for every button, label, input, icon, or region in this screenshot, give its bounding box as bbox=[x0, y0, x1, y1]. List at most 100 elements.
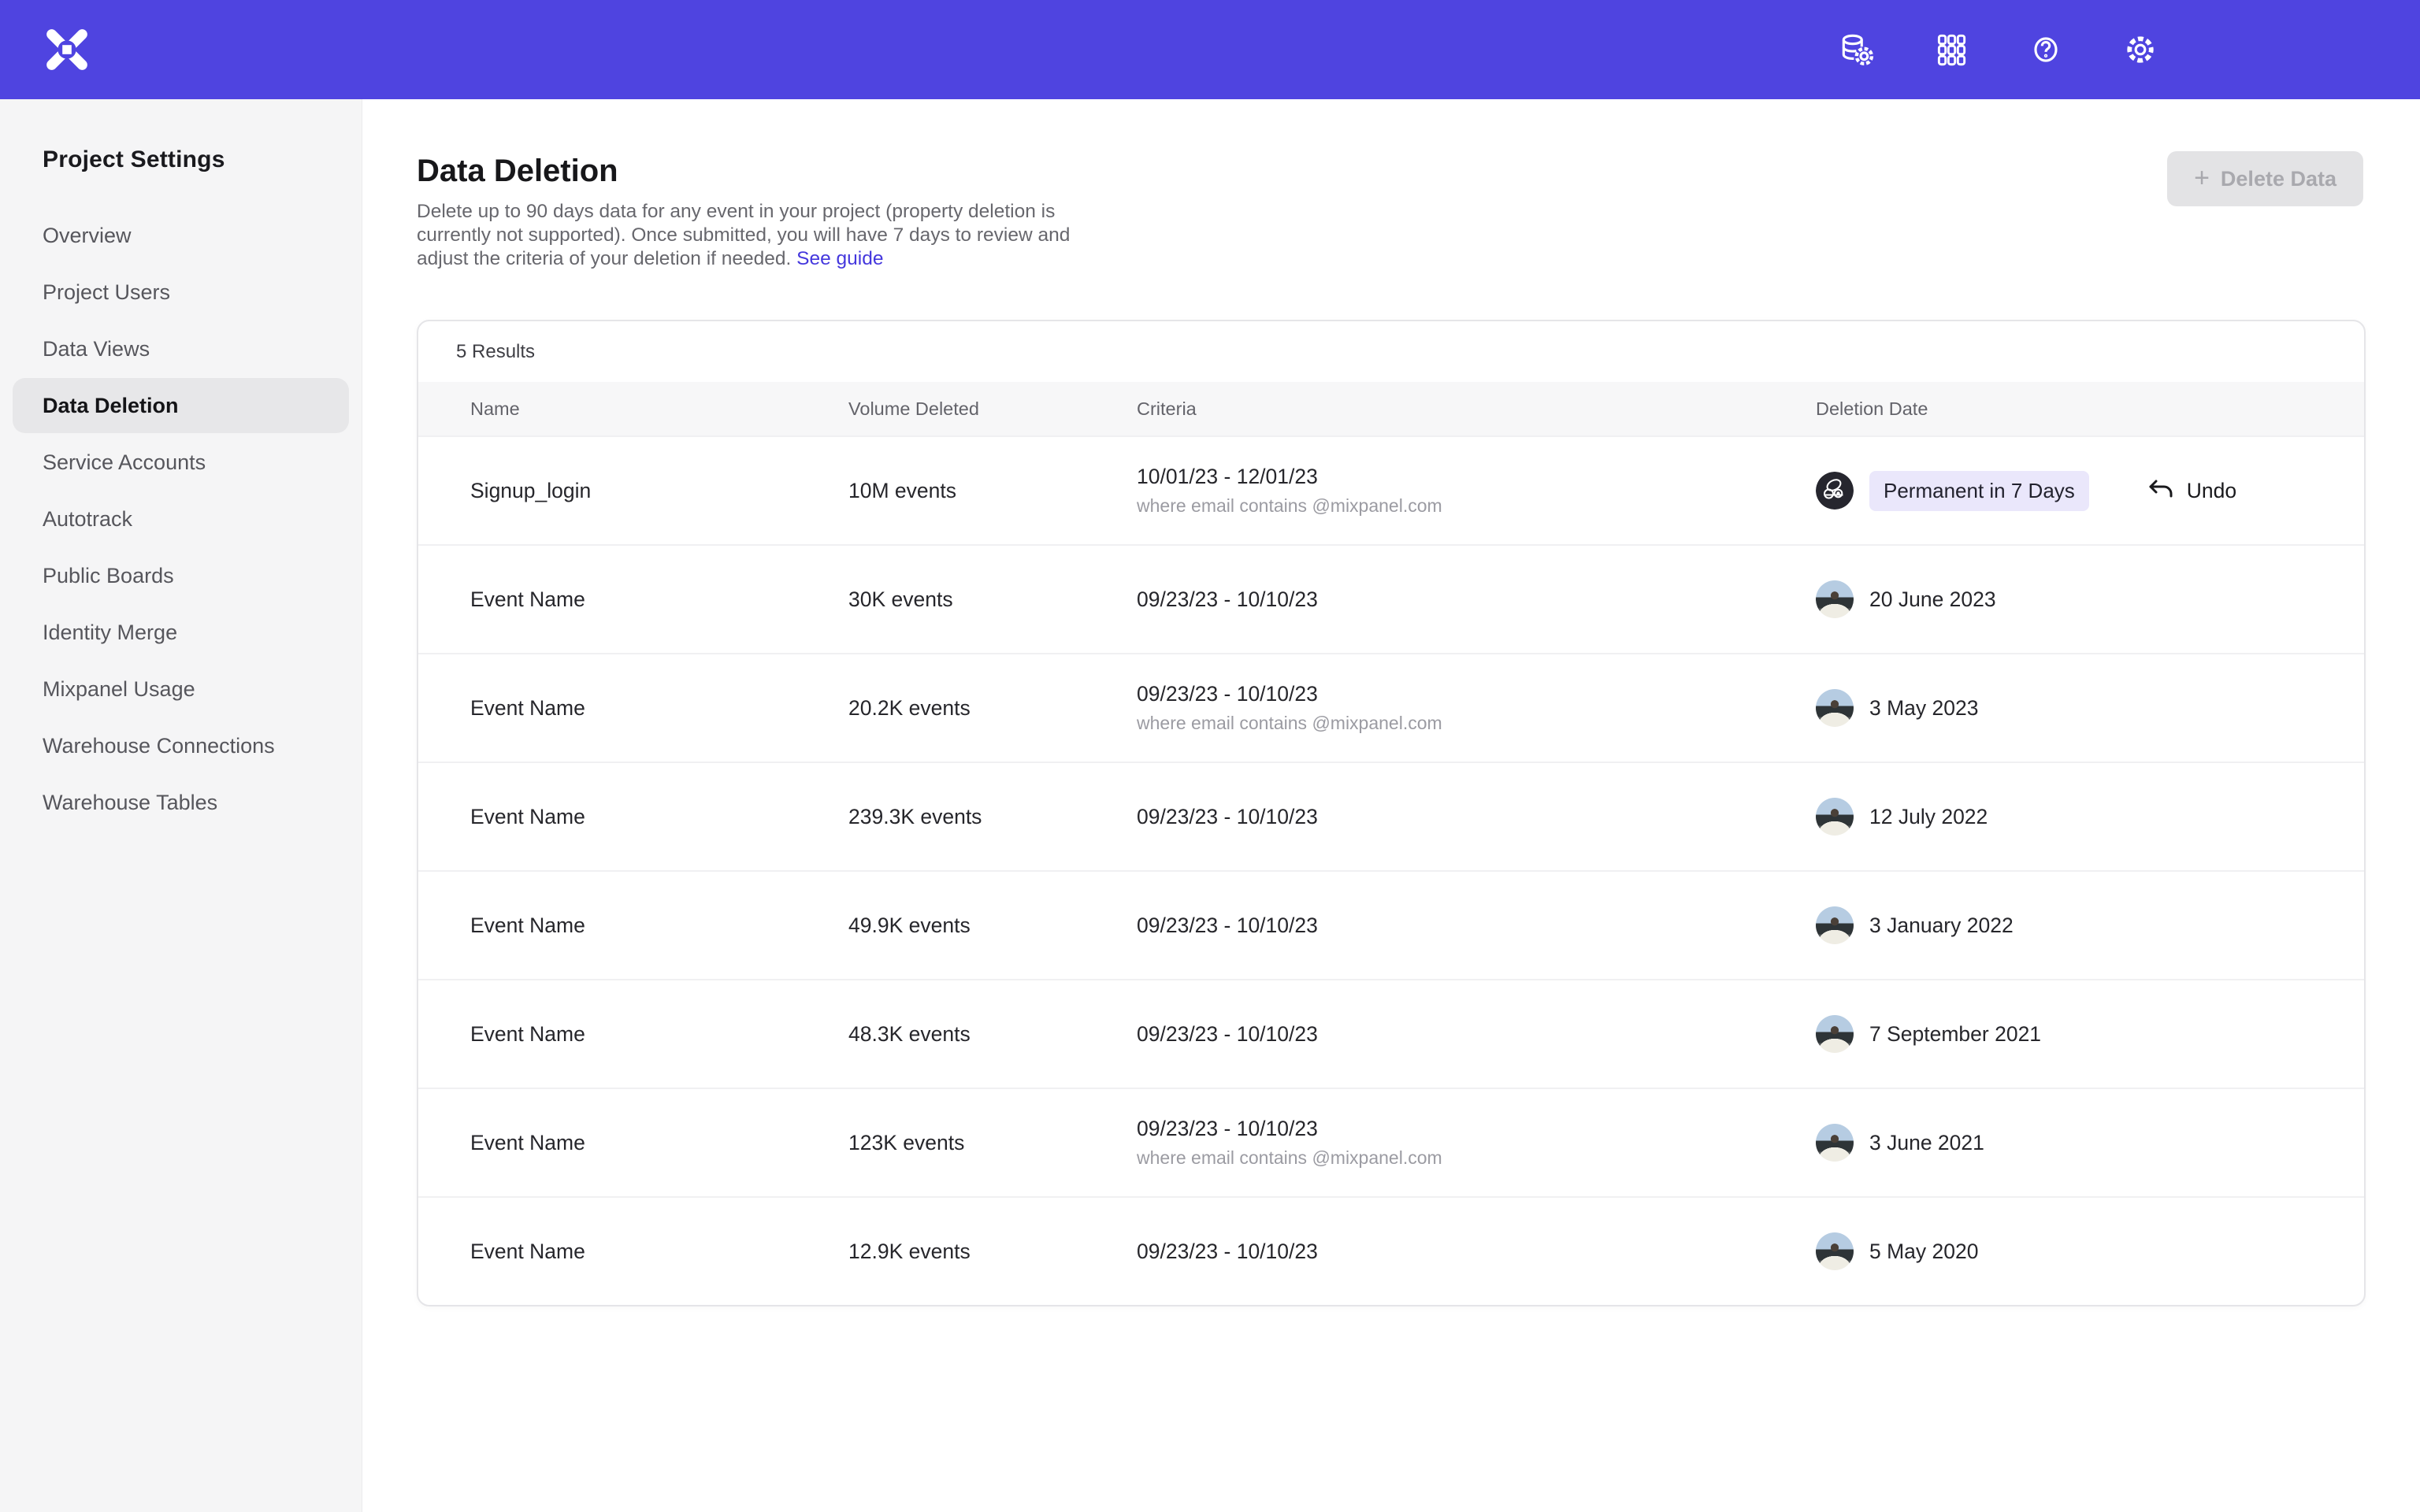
row-volume: 239.3K events bbox=[848, 805, 1137, 829]
row-volume: 123K events bbox=[848, 1131, 1137, 1155]
undo-label: Undo bbox=[2187, 479, 2236, 503]
row-volume: 48.3K events bbox=[848, 1022, 1137, 1047]
deletion-date: 12 July 2022 bbox=[1869, 805, 1988, 829]
row-name: Event Name bbox=[470, 805, 848, 829]
row-name: Signup_login bbox=[470, 479, 848, 503]
sidebar-item[interactable]: Data Views bbox=[13, 321, 349, 376]
deletions-table-card: 5 Results Name Volume Deleted Criteria D… bbox=[417, 320, 2366, 1306]
user-avatar-illustration bbox=[1816, 472, 1854, 510]
topbar-icon-group bbox=[1837, 30, 2160, 69]
row-criteria: 09/23/23 - 10/10/23 bbox=[1137, 682, 1816, 706]
user-avatar-photo bbox=[1816, 689, 1854, 727]
page-title: Data Deletion bbox=[417, 153, 2366, 189]
row-criteria: 09/23/23 - 10/10/23 bbox=[1137, 914, 1816, 938]
undo-arrow-icon bbox=[2146, 475, 2177, 506]
sidebar-item[interactable]: Public Boards bbox=[13, 548, 349, 603]
table-row: Event Name 48.3K events 09/23/23 - 10/10… bbox=[418, 979, 2364, 1088]
data-management-icon[interactable] bbox=[1837, 30, 1876, 69]
column-header-volume: Volume Deleted bbox=[848, 398, 1137, 420]
settings-icon[interactable] bbox=[2121, 30, 2160, 69]
row-criteria: 09/23/23 - 10/10/23 bbox=[1137, 1117, 1816, 1141]
plus-icon: + bbox=[2194, 165, 2210, 191]
row-criteria: 09/23/23 - 10/10/23 bbox=[1137, 1240, 1816, 1264]
sidebar-item[interactable]: Project Users bbox=[13, 265, 349, 320]
row-volume: 12.9K events bbox=[848, 1240, 1137, 1264]
undo-button[interactable]: Undo bbox=[2146, 475, 2236, 506]
results-count: 5 Results bbox=[418, 321, 2364, 382]
row-name: Event Name bbox=[470, 1240, 848, 1264]
user-avatar-photo bbox=[1816, 1015, 1854, 1053]
sidebar-item-label: Autotrack bbox=[43, 507, 132, 532]
delete-data-button-label: Delete Data bbox=[2221, 167, 2336, 191]
sidebar-item[interactable]: Autotrack bbox=[13, 491, 349, 547]
sidebar-item-label: Warehouse Tables bbox=[43, 791, 217, 815]
sidebar-title: Project Settings bbox=[43, 146, 362, 173]
user-avatar-photo bbox=[1816, 1124, 1854, 1162]
see-guide-link[interactable]: See guide bbox=[796, 248, 883, 269]
sidebar-item-label: Service Accounts bbox=[43, 450, 206, 475]
deletion-date: 20 June 2023 bbox=[1869, 587, 1996, 612]
deletion-date: 3 January 2022 bbox=[1869, 914, 2014, 938]
delete-data-button[interactable]: + Delete Data bbox=[2167, 151, 2363, 206]
column-header-deletion-date: Deletion Date bbox=[1816, 398, 2312, 420]
permanent-badge: Permanent in 7 Days bbox=[1869, 471, 2089, 511]
sidebar-item[interactable]: Mixpanel Usage bbox=[13, 662, 349, 717]
row-criteria-subtext: where email contains @mixpanel.com bbox=[1137, 1147, 1816, 1169]
row-name: Event Name bbox=[470, 1022, 848, 1047]
top-navigation-bar bbox=[0, 0, 2420, 99]
data-deletion-page: Data Deletion Delete up to 90 days data … bbox=[362, 99, 2420, 1512]
table-body: Signup_login 10M events 10/01/23 - 12/01… bbox=[418, 435, 2364, 1305]
table-header-row: Name Volume Deleted Criteria Deletion Da… bbox=[418, 382, 2364, 435]
sidebar-item-label: Public Boards bbox=[43, 564, 174, 588]
user-avatar-photo bbox=[1816, 580, 1854, 618]
sidebar-item[interactable]: Warehouse Connections bbox=[13, 718, 349, 773]
sidebar-item-label: Overview bbox=[43, 224, 132, 248]
table-row: Signup_login 10M events 10/01/23 - 12/01… bbox=[418, 435, 2364, 544]
project-settings-sidebar: Project Settings Overview Project Users … bbox=[0, 99, 362, 1512]
deletion-date: 5 May 2020 bbox=[1869, 1240, 1978, 1264]
sidebar-item[interactable]: Data Deletion bbox=[13, 378, 349, 433]
mixpanel-logo-icon[interactable] bbox=[43, 25, 91, 74]
deletion-date: 3 May 2023 bbox=[1869, 696, 1978, 721]
table-row: Event Name 20.2K events 09/23/23 - 10/10… bbox=[418, 653, 2364, 762]
row-name: Event Name bbox=[470, 696, 848, 721]
row-volume: 20.2K events bbox=[848, 696, 1137, 721]
sidebar-item[interactable]: Overview bbox=[13, 208, 349, 263]
sidebar-item-label: Data Deletion bbox=[43, 394, 179, 418]
sidebar-item-label: Project Users bbox=[43, 280, 170, 305]
help-icon[interactable] bbox=[2026, 30, 2066, 69]
row-volume: 30K events bbox=[848, 587, 1137, 612]
sidebar-item[interactable]: Service Accounts bbox=[13, 435, 349, 490]
sidebar-nav: Overview Project Users Data Views Data D… bbox=[0, 208, 362, 830]
sidebar-item[interactable]: Warehouse Tables bbox=[13, 775, 349, 830]
table-row: Event Name 12.9K events 09/23/23 - 10/10… bbox=[418, 1196, 2364, 1305]
row-name: Event Name bbox=[470, 587, 848, 612]
apps-grid-icon[interactable] bbox=[1932, 30, 1971, 69]
row-name: Event Name bbox=[470, 914, 848, 938]
row-volume: 49.9K events bbox=[848, 914, 1137, 938]
column-header-criteria: Criteria bbox=[1137, 398, 1816, 420]
table-row: Event Name 49.9K events 09/23/23 - 10/10… bbox=[418, 870, 2364, 979]
row-criteria: 09/23/23 - 10/10/23 bbox=[1137, 1022, 1816, 1047]
page-description: Delete up to 90 days data for any event … bbox=[417, 200, 1102, 271]
row-criteria: 10/01/23 - 12/01/23 bbox=[1137, 465, 1816, 489]
row-volume: 10M events bbox=[848, 479, 1137, 503]
sidebar-item-label: Identity Merge bbox=[43, 621, 177, 645]
sidebar-item[interactable]: Identity Merge bbox=[13, 605, 349, 660]
row-criteria-subtext: where email contains @mixpanel.com bbox=[1137, 495, 1816, 517]
deletion-date: 3 June 2021 bbox=[1869, 1131, 1984, 1155]
row-criteria-subtext: where email contains @mixpanel.com bbox=[1137, 713, 1816, 734]
row-name: Event Name bbox=[470, 1131, 848, 1155]
table-row: Event Name 239.3K events 09/23/23 - 10/1… bbox=[418, 762, 2364, 870]
user-avatar-photo bbox=[1816, 1232, 1854, 1270]
deletion-date: 7 September 2021 bbox=[1869, 1022, 2041, 1047]
user-avatar-photo bbox=[1816, 906, 1854, 944]
column-header-name: Name bbox=[470, 398, 848, 420]
sidebar-item-label: Data Views bbox=[43, 337, 150, 361]
row-criteria: 09/23/23 - 10/10/23 bbox=[1137, 587, 1816, 612]
user-avatar-photo bbox=[1816, 798, 1854, 836]
sidebar-item-label: Mixpanel Usage bbox=[43, 677, 195, 702]
row-criteria: 09/23/23 - 10/10/23 bbox=[1137, 805, 1816, 829]
table-row: Event Name 123K events 09/23/23 - 10/10/… bbox=[418, 1088, 2364, 1196]
table-row: Event Name 30K events 09/23/23 - 10/10/2… bbox=[418, 544, 2364, 653]
